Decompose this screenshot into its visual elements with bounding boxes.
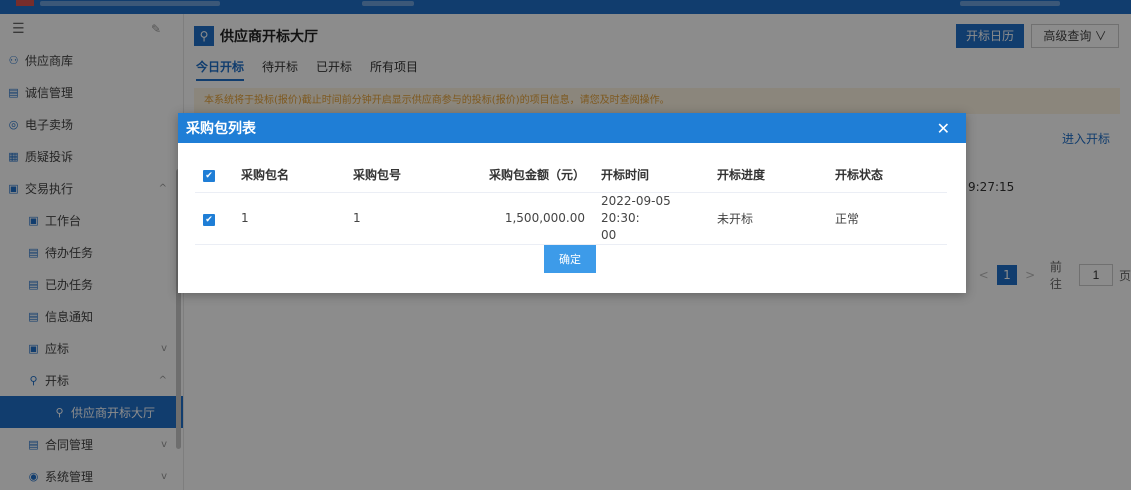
col-package-number: 采购包号 <box>345 158 475 193</box>
cell-open-time: 2022-09-05 20:30: 00 <box>593 192 709 245</box>
dialog-header: 采购包列表 ✕ <box>178 113 966 143</box>
confirm-button[interactable]: 确定 <box>544 245 596 273</box>
open-time-line2: 00 <box>601 227 617 242</box>
select-all-cell[interactable]: ✔ <box>195 158 233 193</box>
row-select-cell[interactable]: ✔ <box>195 192 233 245</box>
table-row[interactable]: ✔ 1 1 1,500,000.00 2022-09-05 20:30: 00 … <box>195 192 947 245</box>
open-time-line1: 2022-09-05 20:30: <box>601 193 671 225</box>
row-checkbox[interactable]: ✔ <box>203 213 215 226</box>
close-icon[interactable]: ✕ <box>937 119 950 138</box>
cell-package-name: 1 <box>233 192 345 245</box>
dialog-title: 采购包列表 <box>186 121 256 137</box>
cell-package-number: 1 <box>345 192 475 245</box>
col-open-time: 开标时间 <box>593 158 709 193</box>
select-all-checkbox[interactable]: ✔ <box>203 170 215 183</box>
table-header-row: ✔ 采购包名 采购包号 采购包金额（元） 开标时间 开标进度 开标状态 <box>195 158 947 193</box>
package-table: ✔ 采购包名 采购包号 采购包金额（元） 开标时间 开标进度 开标状态 ✔ 1 … <box>195 158 947 245</box>
cell-open-status: 正常 <box>827 192 947 245</box>
col-open-progress: 开标进度 <box>709 158 827 193</box>
col-package-amount: 采购包金额（元） <box>475 158 593 193</box>
col-package-name: 采购包名 <box>233 158 345 193</box>
col-open-status: 开标状态 <box>827 158 947 193</box>
package-list-dialog: 采购包列表 ✕ ✔ 采购包名 采购包号 采购包金额（元） 开标时间 开标进度 开… <box>178 113 966 293</box>
cell-package-amount: 1,500,000.00 <box>475 192 593 245</box>
cell-open-progress: 未开标 <box>709 192 827 245</box>
